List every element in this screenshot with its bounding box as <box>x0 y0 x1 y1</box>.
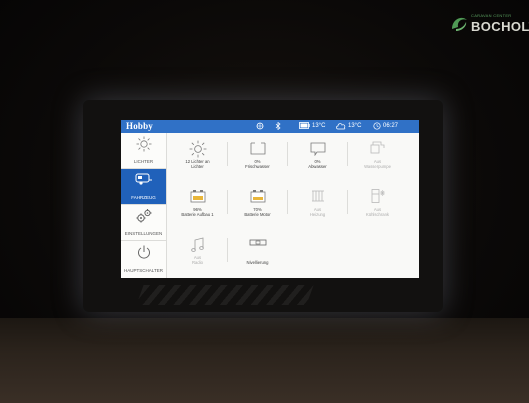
sidebar-item-label: EINSTELLUNGEN <box>124 231 163 236</box>
vehicle-tiles: 12 Lichter an Lichter 0% Frischwasser 0%… <box>167 133 419 278</box>
tile-label: Frischwasser <box>245 164 270 169</box>
fridge-icon <box>371 189 385 203</box>
tile-batterie-motor[interactable]: 70% Batterie Motor <box>229 185 286 221</box>
tile-heizung[interactable]: Aus Heizung <box>289 185 346 221</box>
battery-icon <box>190 190 205 203</box>
gears-icon <box>136 209 151 223</box>
divider <box>347 190 348 214</box>
tile-label: Abwasser <box>308 164 327 169</box>
sidebar-item-label: HAUPTSCHALTER <box>124 268 163 273</box>
divider <box>287 142 288 166</box>
water-pump-icon <box>370 141 384 154</box>
divider <box>287 190 288 214</box>
sun-icon <box>189 140 206 158</box>
tile-wasserpumpe[interactable]: Aus Wasserpumpe <box>349 137 406 173</box>
music-note-icon <box>190 237 204 252</box>
freshwater-tank-icon <box>250 142 265 155</box>
divider <box>227 238 228 262</box>
tile-label: Nivellierung <box>246 260 269 265</box>
divider <box>227 142 228 166</box>
tile-label: Batterie Motor <box>244 212 271 217</box>
power-icon <box>137 245 150 259</box>
sidebar-item-einstellungen[interactable]: EINSTELLUNGEN <box>121 205 166 241</box>
tile-label: Heizung <box>309 212 326 217</box>
watermark-big-text: BOCHOLT <box>471 19 529 34</box>
sidebar-item-label: FAHRZEUG <box>131 195 156 200</box>
watermark-logo: CARAVAN CENTER BOCHOLT <box>446 10 529 40</box>
tile-abwasser[interactable]: 0% Abwasser <box>289 137 346 173</box>
sidebar-item-fahrzeug[interactable]: FAHRZEUG <box>121 169 166 205</box>
wastewater-tank-icon <box>310 142 325 156</box>
outside-temp: 13°C <box>348 123 362 129</box>
tile-label: Wasserpumpe <box>364 164 391 169</box>
tile-label: Kühlschrank <box>365 212 390 217</box>
brand-logo: Hobby <box>126 121 154 131</box>
tile-lichter[interactable]: 12 Lichter an Lichter <box>169 137 226 173</box>
tile-label: Batterie Aufbau 1 <box>181 212 214 217</box>
tile-nivellierung[interactable]: Nivellierung <box>229 233 286 269</box>
battery-temp: 13°C <box>312 123 326 129</box>
tile-label: Radio <box>192 260 203 265</box>
status-bar: Hobby 13°C 13°C 06:27 <box>121 120 419 133</box>
divider <box>347 142 348 166</box>
battery-icon <box>299 122 310 133</box>
furniture-panel <box>0 318 529 403</box>
tile-frischwasser[interactable]: 0% Frischwasser <box>229 137 286 173</box>
battery-icon <box>250 190 265 203</box>
sun-icon <box>136 136 151 152</box>
tile-radio[interactable]: Aus Radio <box>169 233 226 269</box>
level-icon <box>249 239 266 246</box>
sidebar-item-hauptschalter[interactable]: HAUPTSCHALTER <box>121 241 166 277</box>
clock-time: 06:27 <box>383 123 399 129</box>
sidebar-item-label: LICHTER <box>133 159 154 164</box>
sidebar-item-lichter[interactable]: LICHTER <box>121 133 166 169</box>
touchscreen: Hobby 13°C 13°C 06:27 LICHTER FAHRZEUG E… <box>121 120 419 278</box>
logo-swirl-icon <box>452 17 467 31</box>
caravan-icon <box>135 173 152 185</box>
tile-batterie-aufbau[interactable]: 96% Batterie Aufbau 1 <box>169 185 226 221</box>
heater-icon <box>311 190 324 202</box>
tile-label: Lichter <box>191 164 204 169</box>
glass-reflection <box>136 285 314 305</box>
tile-kuehlschrank[interactable]: Aus Kühlschrank <box>349 185 406 221</box>
divider <box>227 190 228 214</box>
sidebar-nav: LICHTER FAHRZEUG EINSTELLUNGEN HAUPTSCHA… <box>121 133 167 278</box>
watermark-small-text: CARAVAN CENTER <box>471 13 512 18</box>
